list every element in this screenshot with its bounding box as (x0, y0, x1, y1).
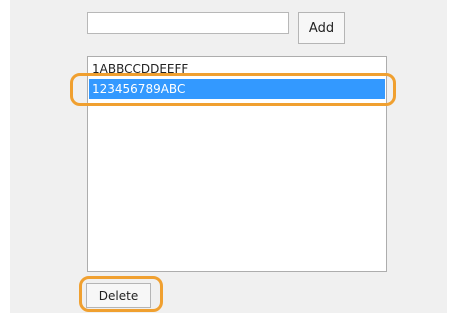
delete-button[interactable]: Delete (86, 283, 151, 308)
add-button[interactable]: Add (298, 12, 345, 44)
list-item-selected[interactable]: 123456789ABC (89, 79, 385, 99)
entry-input[interactable] (87, 12, 289, 34)
list-item[interactable]: 1ABBCCDDEEFF (89, 59, 385, 79)
entry-list[interactable]: 1ABBCCDDEEFF 123456789ABC (87, 56, 387, 272)
